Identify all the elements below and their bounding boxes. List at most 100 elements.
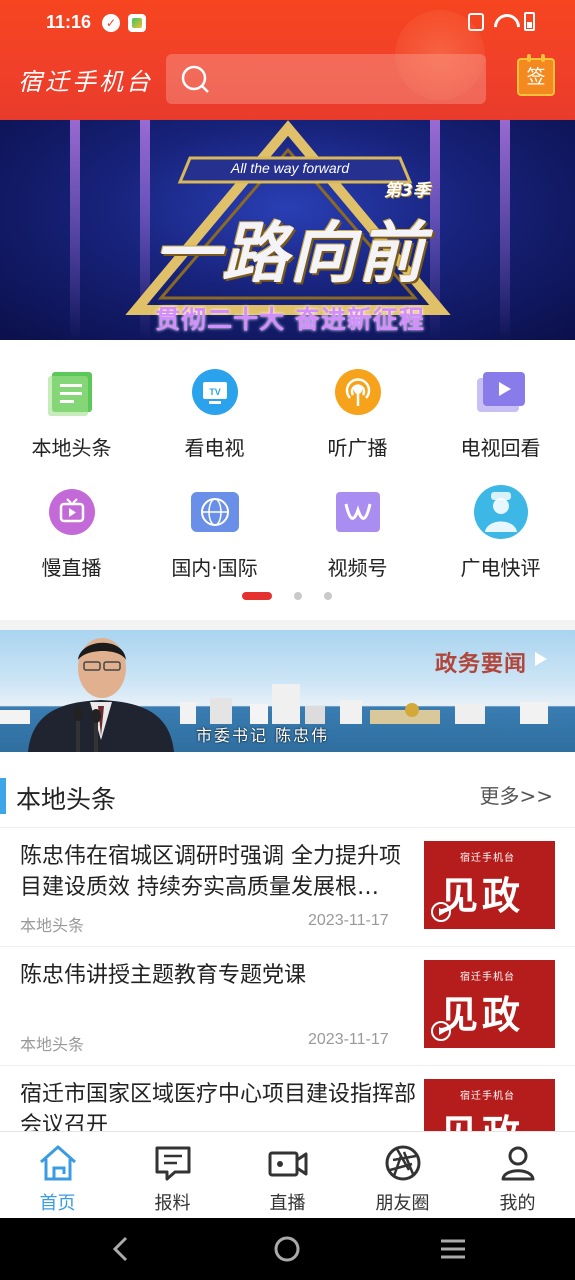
shortcut-watch-tv[interactable]: TV 看电视 bbox=[143, 340, 286, 460]
official-portrait bbox=[28, 638, 174, 752]
slow-live-icon bbox=[49, 489, 95, 535]
government-news-banner[interactable]: 政务要闻 市委书记 陈忠伟 bbox=[0, 630, 575, 752]
shortcut-label: 广电快评 bbox=[460, 556, 541, 580]
page-dot-active bbox=[242, 592, 272, 600]
tab-moments[interactable]: 朋友圈 bbox=[345, 1132, 460, 1219]
thumbnail-text: 见政 bbox=[440, 873, 525, 918]
video-playback-icon bbox=[477, 372, 525, 412]
banner-season: 第3季 bbox=[384, 181, 430, 201]
news-title: 宿迁市国家区域医疗中心项目建设指挥部会议召开 bbox=[20, 1082, 417, 1131]
tab-label: 朋友圈 bbox=[375, 1193, 430, 1214]
live-camera-icon bbox=[268, 1151, 308, 1177]
shortcut-domestic-international[interactable]: 国内·国际 bbox=[143, 460, 286, 580]
app-screen: 11:16 ✓ 宿迁手机台 签 All the way forward 第3季 … bbox=[0, 0, 575, 1280]
report-icon bbox=[155, 1146, 191, 1181]
tab-live[interactable]: 直播 bbox=[230, 1132, 345, 1219]
tab-home[interactable]: 首页 bbox=[0, 1132, 115, 1219]
shortcut-label: 国内·国际 bbox=[171, 556, 258, 580]
menu-icon[interactable] bbox=[436, 1232, 470, 1266]
shortcut-video-channel[interactable]: 视频号 bbox=[286, 460, 429, 580]
thumbnail-text: 见政 bbox=[440, 992, 525, 1037]
wifi-icon bbox=[494, 14, 514, 30]
aperture-icon bbox=[385, 1145, 421, 1181]
back-icon[interactable] bbox=[104, 1232, 138, 1266]
shortcut-label: 看电视 bbox=[184, 436, 245, 460]
globe-icon bbox=[191, 492, 239, 532]
shortcut-label: 慢直播 bbox=[41, 556, 102, 580]
banner-subtitle: 贯彻二十大 奋进新征程 bbox=[155, 305, 425, 334]
shortcut-commentary[interactable]: 广电快评 bbox=[429, 460, 572, 580]
page-dot bbox=[324, 592, 332, 600]
radio-icon bbox=[335, 369, 381, 415]
shortcut-label: 本地头条 bbox=[31, 436, 112, 460]
news-source: 本地头条 bbox=[20, 916, 85, 935]
news-thumbnail: 宿迁手机台 见政 bbox=[424, 841, 555, 929]
shortcut-label: 电视回看 bbox=[460, 436, 541, 460]
bottom-tab-bar: 首页 报料 直播 朋友圈 我的 bbox=[0, 1131, 575, 1218]
more-link[interactable]: 更多>> bbox=[479, 780, 553, 809]
status-bar: 11:16 ✓ bbox=[0, 0, 575, 44]
news-date: 2023-11-17 bbox=[308, 912, 389, 929]
banner-main-title: 一路向前 bbox=[154, 215, 426, 292]
home-circle-icon[interactable] bbox=[270, 1232, 304, 1266]
news-source: 本地头条 bbox=[20, 1035, 85, 1054]
search-icon bbox=[181, 65, 209, 93]
news-title: 陈忠伟讲授主题教育专题党课 bbox=[20, 963, 307, 988]
thumbnail-logo: 宿迁手机台 bbox=[460, 972, 515, 983]
divider bbox=[0, 620, 575, 630]
shortcut-local-headlines[interactable]: 本地头条 bbox=[0, 340, 143, 460]
banner-english: All the way forward bbox=[230, 160, 350, 176]
page-indicator bbox=[0, 590, 575, 600]
news-item[interactable]: 陈忠伟在宿城区调研时强调 全力提升项目建设质效 持续夯实高质量发展根… 本地头条… bbox=[0, 829, 575, 947]
app-logo: 宿迁手机台 bbox=[18, 68, 153, 96]
vibrate-icon bbox=[468, 12, 484, 31]
status-time: 11:16 bbox=[46, 12, 92, 32]
news-list-icon bbox=[48, 372, 92, 416]
svg-text:TV: TV bbox=[209, 387, 221, 397]
section-header: 本地头条 更多>> bbox=[0, 762, 575, 828]
page-dot bbox=[294, 592, 302, 600]
shortcut-grid: 本地头条 TV 看电视 听广播 电视回看 慢直播 国内·国际 视频号 广电快评 bbox=[0, 340, 575, 620]
news-thumbnail: 宿迁手机台 见政 bbox=[424, 960, 555, 1048]
tab-report[interactable]: 报料 bbox=[115, 1132, 230, 1219]
check-icon: ✓ bbox=[102, 14, 120, 32]
tab-profile[interactable]: 我的 bbox=[460, 1132, 575, 1219]
thumbnail-logo: 宿迁手机台 bbox=[460, 853, 515, 864]
news-item[interactable]: 宿迁市国家区域医疗中心项目建设指挥部会议召开 宿迁手机台 见政 bbox=[0, 1067, 575, 1131]
hero-banner[interactable]: All the way forward 第3季 一路向前 贯彻二十大 奋进新征程 bbox=[0, 120, 575, 340]
comment-icon bbox=[474, 485, 528, 539]
play-icon bbox=[431, 1021, 451, 1041]
shortcut-slow-live[interactable]: 慢直播 bbox=[0, 460, 143, 580]
tab-label: 我的 bbox=[499, 1193, 536, 1214]
news-thumbnail: 宿迁手机台 见政 bbox=[424, 1079, 555, 1131]
shortcut-tv-playback[interactable]: 电视回看 bbox=[429, 340, 572, 460]
thumbnail-logo: 宿迁手机台 bbox=[460, 1091, 515, 1102]
news-title: 陈忠伟在宿城区调研时强调 全力提升项目建设质效 持续夯实高质量发展根… bbox=[20, 844, 401, 900]
system-nav-bar bbox=[0, 1218, 575, 1280]
news-item[interactable]: 陈忠伟讲授主题教育专题党课 本地头条 2023-11-17 宿迁手机台 见政 bbox=[0, 948, 575, 1066]
news-date: 2023-11-17 bbox=[308, 1031, 389, 1048]
battery-icon bbox=[524, 12, 535, 31]
tab-label: 首页 bbox=[39, 1193, 76, 1214]
thumbnail-text: 见政 bbox=[440, 1103, 524, 1131]
search-input[interactable] bbox=[166, 54, 486, 104]
profile-icon bbox=[501, 1146, 535, 1181]
promo-title: 政务要闻 bbox=[434, 652, 527, 677]
shortcut-label: 听广播 bbox=[327, 436, 388, 460]
shortcut-radio[interactable]: 听广播 bbox=[286, 340, 429, 460]
section-accent-bar bbox=[0, 778, 6, 814]
video-channel-icon bbox=[336, 492, 380, 532]
shortcut-label: 视频号 bbox=[327, 556, 388, 580]
promo-caption: 市委书记 陈忠伟 bbox=[196, 726, 330, 745]
app-notification-icon bbox=[128, 14, 146, 32]
section-title: 本地头条 bbox=[16, 785, 117, 814]
tab-label: 报料 bbox=[154, 1193, 191, 1214]
status-icons bbox=[468, 12, 535, 31]
home-icon bbox=[40, 1145, 76, 1181]
tv-icon: TV bbox=[192, 369, 238, 415]
arrow-right-icon bbox=[535, 652, 547, 666]
sign-in-button[interactable]: 签 bbox=[517, 54, 555, 96]
play-icon bbox=[431, 902, 451, 922]
header: 11:16 ✓ 宿迁手机台 签 bbox=[0, 0, 575, 120]
tab-label: 直播 bbox=[269, 1193, 306, 1214]
